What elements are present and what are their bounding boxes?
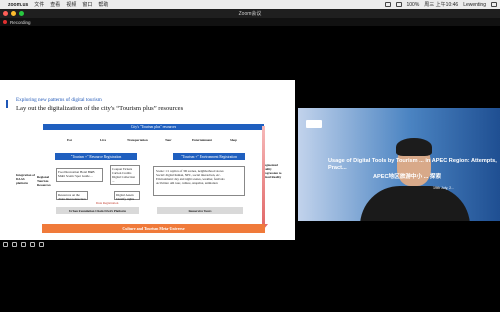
scene-description-box: Scene: 1:1 replica of 3D scenes, neighbo…: [153, 166, 245, 196]
status-area: 100% 周三 上午10:46 Lewenting: [384, 1, 497, 8]
environment-registration-bar: "Tourism +" Environment Registration: [173, 153, 245, 160]
slide-accent-mark: [6, 100, 8, 108]
data-registration-hint: Data Registration: [96, 201, 119, 205]
menu-file[interactable]: 文件: [34, 1, 44, 8]
menu-bar: zoom.us 文件 查看 视频 窗口 帮助 100% 周三 上午10:46 L…: [0, 0, 500, 9]
minimize-window-button[interactable]: [11, 11, 16, 16]
speaker-body: [360, 186, 470, 221]
regional-tourism-label: Regional Tourism Resources: [37, 175, 51, 187]
window-titlebar: Zoom会议: [0, 9, 500, 18]
speaker-video[interactable]: Usage of Digital Tools by Tourism ... in…: [298, 108, 500, 221]
pen-icon[interactable]: [12, 242, 17, 247]
menu-app-name[interactable]: zoom.us: [8, 2, 28, 8]
recording-label[interactable]: Recording: [10, 20, 31, 25]
user-name[interactable]: Lewenting: [463, 2, 486, 8]
shared-slide: Exploring new patterns of digital touris…: [0, 80, 295, 240]
battery-icon[interactable]: [395, 2, 402, 7]
recording-dot-icon: [3, 20, 7, 24]
background-date: 19th July, 2...: [433, 186, 455, 190]
search-icon[interactable]: [491, 2, 497, 7]
window-title: Zoom会议: [238, 11, 262, 17]
immersive-tours-bar: Immersive Tours: [157, 207, 243, 214]
resources-header-bar: City's "Tourism plus" resources: [43, 124, 264, 130]
event-logo: [306, 120, 322, 128]
menu-view[interactable]: 查看: [50, 1, 60, 8]
more-icon[interactable]: [39, 242, 44, 247]
category-transportation: Transportation: [127, 138, 148, 142]
resource-items-box: Food Recreation Hotel B&B Multi Scenic S…: [56, 168, 103, 182]
slide-title: Lay out the digitalization of the city's…: [16, 105, 184, 112]
resource-registration-bar: "Tourism +" Resource Registration: [55, 153, 137, 160]
close-window-button[interactable]: [3, 11, 8, 16]
meta-universe-bar: Culture and Tourism Meta-Universe: [42, 224, 265, 233]
digital-assets-box: Digital Assets Identify rights: [114, 191, 140, 201]
window-controls: [3, 11, 24, 16]
background-title-cn: APEC地区旅游中小 ... 探索: [373, 174, 442, 180]
integration-daas-label: Integration of DAAS platform: [16, 173, 35, 185]
zoom-window-button[interactable]: [19, 11, 24, 16]
category-tour: Tour: [165, 138, 172, 142]
annotation-toolbar: [3, 242, 44, 247]
category-eat: Eat: [67, 138, 72, 142]
menu-window[interactable]: 窗口: [82, 1, 92, 8]
highlighter-icon[interactable]: [21, 242, 26, 247]
augmented-reality-label: Augmented Reality Progression to Mixed R…: [262, 163, 282, 179]
pointer-icon[interactable]: [3, 242, 8, 247]
speaker-hair: [396, 138, 432, 156]
urban-platform-bar: Urban Foundation Chain DAAS Platform: [56, 207, 139, 214]
battery-percent: 100%: [406, 1, 420, 8]
category-entertainment: Entertainment: [192, 138, 213, 142]
recording-bar: Recording: [0, 18, 500, 26]
wifi-icon[interactable]: [384, 2, 391, 7]
background-title: Usage of Digital Tools by Tourism ... in…: [328, 158, 497, 172]
clock[interactable]: 周三 上午10:46: [424, 1, 458, 8]
resources-chain-box: Resources on the chain Interconnection: [56, 191, 88, 201]
slide-subtitle: Exploring new patterns of digital touris…: [16, 97, 102, 103]
category-live: Live: [100, 138, 107, 142]
menu-video[interactable]: 视频: [66, 1, 76, 8]
category-shop: Shop: [230, 138, 237, 142]
progression-arrow: [262, 126, 265, 224]
eraser-icon[interactable]: [30, 242, 35, 247]
menu-help[interactable]: 帮助: [98, 1, 108, 8]
digital-items-box: Coupon Tickets Carbon Credits Digital Co…: [110, 165, 140, 185]
